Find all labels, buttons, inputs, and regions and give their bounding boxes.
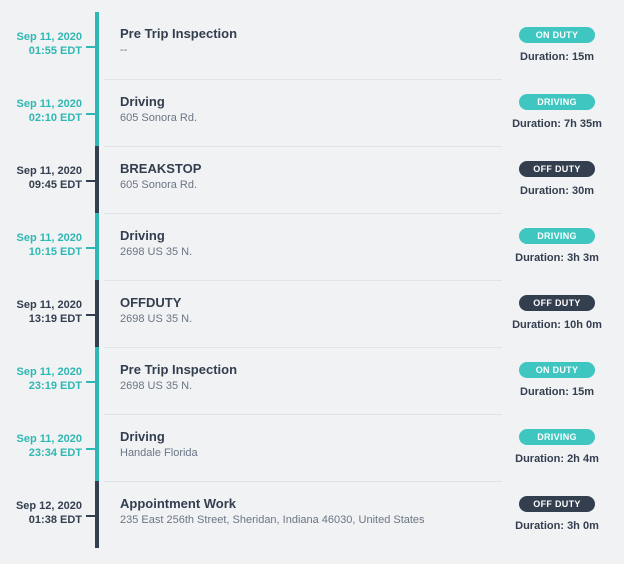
event-duration: Duration: 3h 3m — [502, 252, 612, 264]
event-row[interactable]: Sep 11, 202023:34 EDT Driving Handale Flor… — [12, 414, 612, 481]
event-time: 01:38 EDT — [12, 513, 82, 527]
event-content: OFFDUTY 2698 US 35 N. — [104, 280, 502, 347]
timeline-line — [90, 213, 104, 280]
event-duration: Duration: 2h 4m — [502, 453, 612, 465]
event-row[interactable]: Sep 12, 202001:38 EDT Appointment Work 235… — [12, 481, 612, 548]
event-location: 235 East 256th Street, Sheridan, Indiana… — [120, 514, 492, 526]
event-title: Driving — [120, 228, 492, 243]
timeline-line — [90, 414, 104, 481]
event-row[interactable]: Sep 11, 202023:19 EDTPre Trip Inspection… — [12, 347, 612, 414]
event-time: 23:34 EDT — [12, 446, 82, 460]
event-title: Pre Trip Inspection — [120, 26, 492, 41]
event-status-col: ON DUTY Duration: 15m — [502, 347, 612, 414]
event-time: 09:45 EDT — [12, 178, 82, 192]
event-title: Appointment Work — [120, 496, 492, 511]
timeline: Sep 11, 202001:55 EDTPre Trip Inspection… — [12, 12, 612, 548]
event-row[interactable]: Sep 11, 202013:19 EDT OFFDUTY 2698 US 35 N… — [12, 280, 612, 347]
event-duration: Duration: 15m — [502, 51, 612, 63]
status-badge: DRIVING — [519, 429, 595, 445]
event-time-col: Sep 11, 202023:34 EDT — [12, 414, 90, 481]
event-location: 2698 US 35 N. — [120, 246, 492, 258]
status-badge: DRIVING — [519, 228, 595, 244]
event-row[interactable]: Sep 11, 202002:10 EDT Driving 605 Sonora R… — [12, 79, 612, 146]
timeline-tick-icon — [86, 247, 96, 249]
event-location: 2698 US 35 N. — [120, 380, 492, 392]
event-title: Driving — [120, 94, 492, 109]
event-duration: Duration: 15m — [502, 386, 612, 398]
event-content: Driving Handale Florida — [104, 414, 502, 481]
event-time-col: Sep 11, 202023:19 EDT — [12, 347, 90, 414]
event-location: Handale Florida — [120, 447, 492, 459]
event-duration: Duration: 7h 35m — [502, 118, 612, 130]
event-content: Pre Trip Inspection -- — [104, 12, 502, 79]
event-duration: Duration: 3h 0m — [502, 520, 612, 532]
event-title: Driving — [120, 429, 492, 444]
event-date: Sep 11, 2020 — [12, 164, 82, 178]
event-date: Sep 11, 2020 — [12, 30, 82, 44]
event-time-col: Sep 11, 202010:15 EDT — [12, 213, 90, 280]
status-badge: OFF DUTY — [519, 496, 595, 512]
status-badge: ON DUTY — [519, 27, 595, 43]
event-title: Pre Trip Inspection — [120, 362, 492, 377]
timeline-tick-icon — [86, 448, 96, 450]
event-location: 605 Sonora Rd. — [120, 179, 492, 191]
timeline-tick-icon — [86, 113, 96, 115]
event-date: Sep 11, 2020 — [12, 231, 82, 245]
status-badge: DRIVING — [519, 94, 595, 110]
event-date: Sep 12, 2020 — [12, 499, 82, 513]
timeline-line — [90, 146, 104, 213]
event-time: 02:10 EDT — [12, 111, 82, 125]
event-date: Sep 11, 2020 — [12, 432, 82, 446]
event-status-col: OFF DUTY Duration: 30m — [502, 146, 612, 213]
event-time-col: Sep 11, 202013:19 EDT — [12, 280, 90, 347]
event-title: BREAKSTOP — [120, 161, 492, 176]
event-duration: Duration: 30m — [502, 185, 612, 197]
event-time: 01:55 EDT — [12, 44, 82, 58]
event-time-col: Sep 12, 202001:38 EDT — [12, 481, 90, 548]
event-time: 10:15 EDT — [12, 245, 82, 259]
status-badge: OFF DUTY — [519, 295, 595, 311]
event-status-col: OFF DUTY Duration: 3h 0m — [502, 481, 612, 548]
timeline-line — [90, 12, 104, 79]
timeline-tick-icon — [86, 381, 96, 383]
event-status-col: OFF DUTY Duration: 10h 0m — [502, 280, 612, 347]
event-content: Driving 605 Sonora Rd. — [104, 79, 502, 146]
timeline-tick-icon — [86, 180, 96, 182]
timeline-line — [90, 79, 104, 146]
event-content: Appointment Work 235 East 256th Street, S… — [104, 481, 502, 548]
event-date: Sep 11, 2020 — [12, 97, 82, 111]
event-duration: Duration: 10h 0m — [502, 319, 612, 331]
status-badge: OFF DUTY — [519, 161, 595, 177]
event-date: Sep 11, 2020 — [12, 365, 82, 379]
event-time-col: Sep 11, 202001:55 EDT — [12, 12, 90, 79]
timeline-line — [90, 481, 104, 548]
event-row[interactable]: Sep 11, 202001:55 EDTPre Trip Inspection… — [12, 12, 612, 79]
timeline-line — [90, 347, 104, 414]
event-content: Driving 2698 US 35 N. — [104, 213, 502, 280]
event-time: 23:19 EDT — [12, 379, 82, 393]
event-content: BREAKSTOP 605 Sonora Rd. — [104, 146, 502, 213]
event-row[interactable]: Sep 11, 202009:45 EDT BREAKSTOP 605 Sonora… — [12, 146, 612, 213]
timeline-tick-icon — [86, 314, 96, 316]
timeline-tick-icon — [86, 515, 96, 517]
event-location: -- — [120, 44, 492, 56]
event-content: Pre Trip Inspection 2698 US 35 N. — [104, 347, 502, 414]
timeline-tick-icon — [86, 46, 96, 48]
event-status-col: DRIVING Duration: 2h 4m — [502, 414, 612, 481]
event-time: 13:19 EDT — [12, 312, 82, 326]
event-row[interactable]: Sep 11, 202010:15 EDT Driving 2698 US 35 N… — [12, 213, 612, 280]
event-date: Sep 11, 2020 — [12, 298, 82, 312]
event-location: 2698 US 35 N. — [120, 313, 492, 325]
timeline-line — [90, 280, 104, 347]
event-title: OFFDUTY — [120, 295, 492, 310]
event-status-col: DRIVING Duration: 7h 35m — [502, 79, 612, 146]
event-location: 605 Sonora Rd. — [120, 112, 492, 124]
event-status-col: ON DUTY Duration: 15m — [502, 12, 612, 79]
event-time-col: Sep 11, 202002:10 EDT — [12, 79, 90, 146]
event-time-col: Sep 11, 202009:45 EDT — [12, 146, 90, 213]
event-status-col: DRIVING Duration: 3h 3m — [502, 213, 612, 280]
status-badge: ON DUTY — [519, 362, 595, 378]
